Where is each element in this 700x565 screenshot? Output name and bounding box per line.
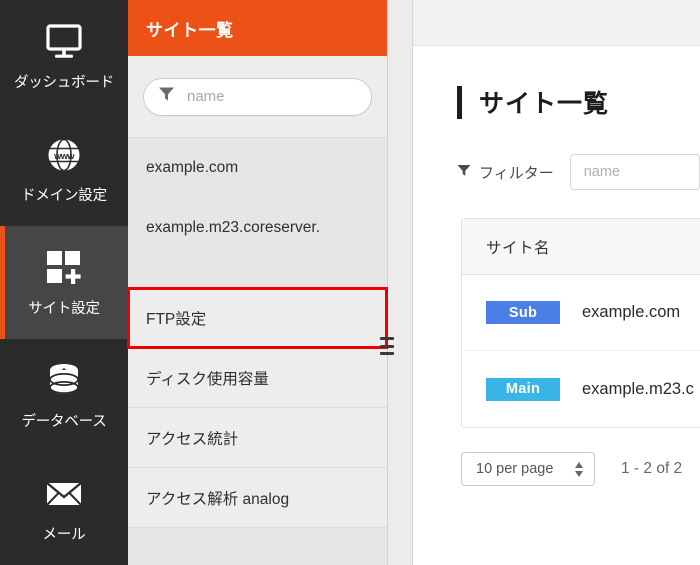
sidebar-label: サイト設定 — [28, 300, 100, 317]
status-badge: Main — [486, 377, 560, 401]
menu-label: ディスク使用容量 — [146, 370, 269, 388]
drag-handle-icon[interactable] — [380, 337, 394, 355]
main-topbar — [413, 0, 700, 46]
filter-label: フィルター — [457, 162, 554, 183]
site-settings-icon — [41, 248, 87, 288]
list-item-site[interactable]: example.com — [128, 138, 387, 198]
menu-label: FTP設定 — [146, 310, 207, 328]
pagination-range: 1 - 2 of 2 — [621, 460, 683, 477]
sidebar-item-site-settings[interactable]: サイト設定 — [0, 226, 128, 339]
list-panel-title: サイト一覧 — [146, 20, 234, 40]
table-header-row: サイト名 — [462, 219, 700, 275]
filter-label-text: フィルター — [479, 164, 554, 182]
sidebar-label: データベース — [21, 413, 107, 430]
globe-www-icon: www — [41, 135, 87, 175]
sidebar-item-mail[interactable]: メール — [0, 452, 128, 565]
filter-funnel-icon — [158, 86, 175, 107]
site-label: example.m23.coreserver. — [146, 219, 321, 236]
database-icon — [41, 361, 87, 401]
sidebar-label: ドメイン設定 — [21, 187, 107, 204]
site-search-placeholder: name — [187, 88, 225, 105]
svg-text:www: www — [53, 151, 75, 161]
filter-row: フィルター name — [413, 120, 700, 190]
per-page-label: 10 per page — [476, 461, 554, 477]
page-title: サイト一覧 — [479, 90, 610, 118]
sidebar-item-dashboard[interactable]: ダッシュボード — [0, 0, 128, 113]
menu-label: アクセス統計 — [146, 430, 239, 448]
main-content: サイト一覧 フィルター name サイト名 Sub example.com Ma… — [413, 0, 700, 565]
site-list-panel: サイト一覧 name example.com example.m23.cores… — [127, 0, 394, 565]
list-item-disk-usage[interactable]: ディスク使用容量 — [128, 348, 387, 408]
list-item-access-stats[interactable]: アクセス統計 — [128, 408, 387, 468]
list-panel-header: サイト一覧 — [128, 0, 387, 56]
sidebar-item-domain-settings[interactable]: www ドメイン設定 — [0, 113, 128, 226]
column-header-site-name: サイト名 — [486, 239, 551, 257]
site-name-cell: example.m23.c — [582, 379, 694, 398]
site-name-cell: example.com — [582, 303, 681, 321]
title-accent-bar — [457, 85, 462, 119]
pagination-row: 10 per page 1 - 2 of 2 — [413, 428, 700, 486]
list-item-site[interactable]: example.m23.coreserver. — [128, 198, 387, 258]
table-row[interactable]: Main example.m23.c — [462, 351, 700, 427]
sidebar-label: メール — [42, 526, 86, 543]
list-item-ftp-settings[interactable]: FTP設定 — [127, 287, 388, 349]
app-root: ダッシュボード www ドメイン設定 サイト設定 データベース メール サイト一… — [0, 0, 700, 565]
stepper-arrows-icon — [575, 461, 583, 477]
list-rows: example.com example.m23.coreserver. FTP設… — [127, 138, 388, 528]
status-badge: Sub — [486, 301, 560, 324]
site-label: example.com — [146, 159, 239, 176]
primary-sidebar: ダッシュボード www ドメイン設定 サイト設定 データベース メール — [0, 0, 128, 565]
menu-label: アクセス解析 analog — [146, 490, 290, 508]
filter-placeholder: name — [583, 164, 620, 180]
site-table: サイト名 Sub example.com Main example.m23.c — [461, 218, 700, 428]
site-search-input[interactable]: name — [143, 77, 372, 116]
per-page-select[interactable]: 10 per page — [461, 452, 595, 486]
list-search-container: name — [128, 56, 387, 138]
table-row[interactable]: Sub example.com — [462, 275, 700, 351]
mail-icon — [41, 474, 87, 514]
filter-funnel-icon — [457, 164, 471, 181]
sidebar-item-database[interactable]: データベース — [0, 339, 128, 452]
list-item-access-analog[interactable]: アクセス解析 analog — [128, 468, 387, 528]
list-spacer — [128, 258, 387, 288]
sidebar-label: ダッシュボード — [13, 74, 115, 91]
monitor-icon — [41, 22, 87, 62]
panel-gutter — [388, 0, 413, 565]
filter-input[interactable]: name — [569, 154, 700, 190]
page-title-row: サイト一覧 — [413, 46, 700, 120]
